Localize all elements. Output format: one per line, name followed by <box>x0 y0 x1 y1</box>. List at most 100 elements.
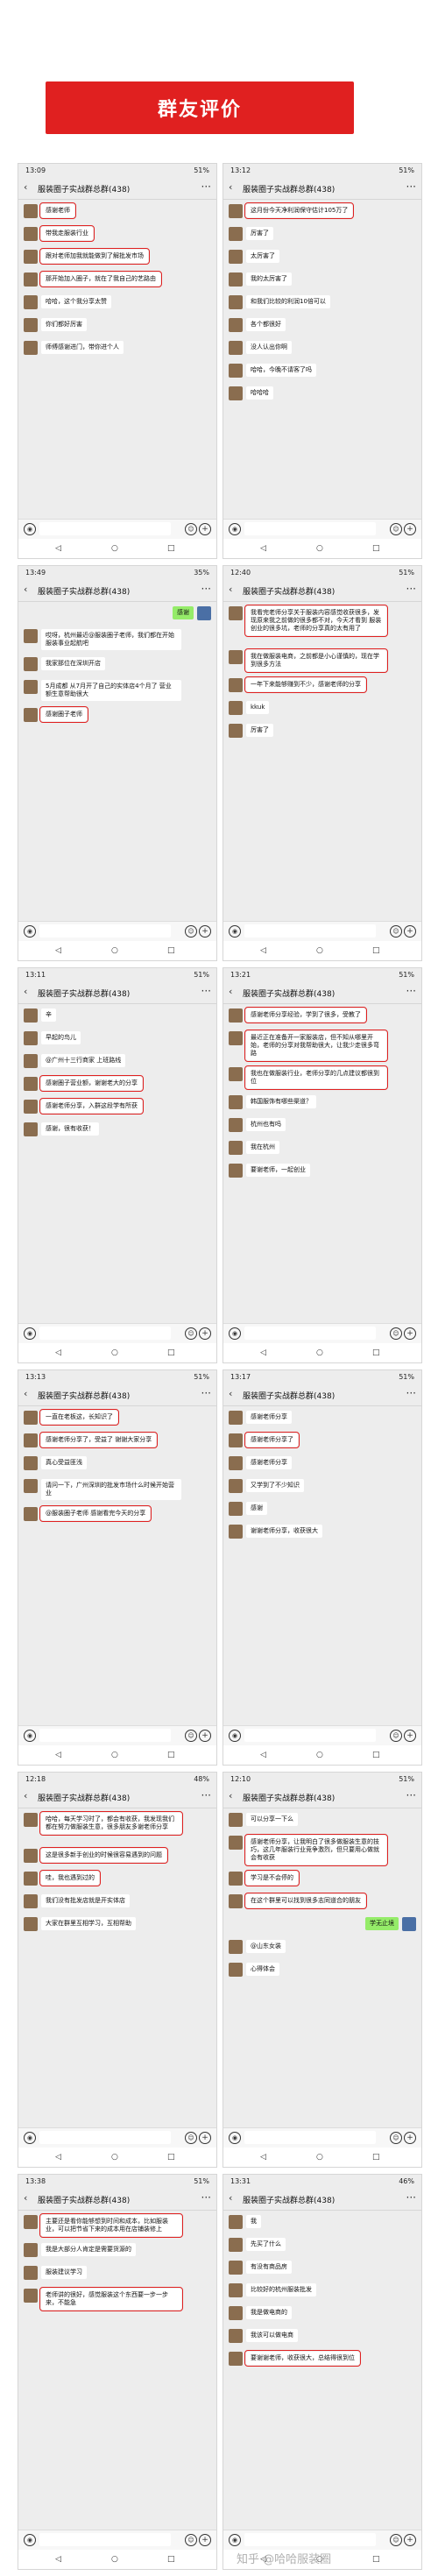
emoji-icon[interactable]: ☺ <box>185 925 197 938</box>
plus-icon[interactable]: + <box>199 925 211 938</box>
emoji-icon[interactable]: ☺ <box>390 925 402 938</box>
plus-icon[interactable]: + <box>404 2534 416 2546</box>
message-input[interactable] <box>244 1729 376 1742</box>
emoji-icon[interactable]: ☺ <box>390 2132 402 2144</box>
message-input[interactable] <box>244 522 376 535</box>
ellipsis-icon[interactable]: ··· <box>406 1387 416 1399</box>
plus-icon[interactable]: + <box>199 1327 211 1340</box>
nav-back-icon[interactable]: ◁ <box>55 946 61 955</box>
nav-recent-icon[interactable]: □ <box>167 2555 175 2564</box>
nav-home-icon[interactable]: ○ <box>316 1348 323 1357</box>
nav-back-icon[interactable]: ◁ <box>55 1751 61 1759</box>
nav-recent-icon[interactable]: □ <box>372 2555 380 2564</box>
nav-home-icon[interactable]: ○ <box>316 946 323 955</box>
ellipsis-icon[interactable]: ··· <box>406 2191 416 2204</box>
nav-back-icon[interactable]: ◁ <box>260 544 266 553</box>
nav-home-icon[interactable]: ○ <box>111 1348 118 1357</box>
nav-home-icon[interactable]: ○ <box>111 946 118 955</box>
nav-recent-icon[interactable]: □ <box>167 2153 175 2162</box>
message-input[interactable] <box>39 2533 171 2546</box>
emoji-icon[interactable]: ☺ <box>390 1730 402 1742</box>
nav-back-icon[interactable]: ◁ <box>55 2153 61 2162</box>
message-input[interactable] <box>244 1327 376 1340</box>
nav-recent-icon[interactable]: □ <box>372 1348 380 1357</box>
message-input[interactable] <box>244 924 376 938</box>
emoji-icon[interactable]: ☺ <box>390 523 402 535</box>
voice-icon[interactable]: ◉ <box>229 925 241 938</box>
emoji-icon[interactable]: ☺ <box>185 1730 197 1742</box>
chevron-left-icon[interactable]: ‹ <box>229 1790 232 1801</box>
emoji-icon[interactable]: ☺ <box>390 1327 402 1340</box>
voice-icon[interactable]: ◉ <box>229 523 241 535</box>
emoji-icon[interactable]: ☺ <box>185 523 197 535</box>
chevron-left-icon[interactable]: ‹ <box>24 986 27 997</box>
nav-recent-icon[interactable]: □ <box>372 1751 380 1759</box>
ellipsis-icon[interactable]: ··· <box>201 583 211 595</box>
plus-icon[interactable]: + <box>404 523 416 535</box>
emoji-icon[interactable]: ☺ <box>185 2534 197 2546</box>
nav-home-icon[interactable]: ○ <box>111 544 118 553</box>
nav-back-icon[interactable]: ◁ <box>55 2555 61 2564</box>
message-input[interactable] <box>39 1327 171 1340</box>
nav-recent-icon[interactable]: □ <box>372 2153 380 2162</box>
ellipsis-icon[interactable]: ··· <box>406 985 416 997</box>
nav-recent-icon[interactable]: □ <box>372 946 380 955</box>
emoji-icon[interactable]: ☺ <box>185 1327 197 1340</box>
nav-back-icon[interactable]: ◁ <box>55 1348 61 1357</box>
message-input[interactable] <box>39 1729 171 1742</box>
nav-recent-icon[interactable]: □ <box>167 1348 175 1357</box>
nav-back-icon[interactable]: ◁ <box>260 2153 266 2162</box>
message-input[interactable] <box>39 924 171 938</box>
message-input[interactable] <box>39 522 171 535</box>
plus-icon[interactable]: + <box>199 2132 211 2144</box>
voice-icon[interactable]: ◉ <box>229 1327 241 1340</box>
chevron-left-icon[interactable]: ‹ <box>229 584 232 595</box>
voice-icon[interactable]: ◉ <box>24 2534 36 2546</box>
chevron-left-icon[interactable]: ‹ <box>229 986 232 997</box>
ellipsis-icon[interactable]: ··· <box>201 1387 211 1399</box>
plus-icon[interactable]: + <box>199 2534 211 2546</box>
plus-icon[interactable]: + <box>199 1730 211 1742</box>
nav-home-icon[interactable]: ○ <box>316 1751 323 1759</box>
chevron-left-icon[interactable]: ‹ <box>229 1388 232 1399</box>
emoji-icon[interactable]: ☺ <box>390 2534 402 2546</box>
nav-home-icon[interactable]: ○ <box>316 544 323 553</box>
emoji-icon[interactable]: ☺ <box>185 2132 197 2144</box>
chevron-left-icon[interactable]: ‹ <box>24 1790 27 1801</box>
chevron-left-icon[interactable]: ‹ <box>229 181 232 193</box>
ellipsis-icon[interactable]: ··· <box>201 2191 211 2204</box>
nav-recent-icon[interactable]: □ <box>167 1751 175 1759</box>
chevron-left-icon[interactable]: ‹ <box>24 584 27 595</box>
plus-icon[interactable]: + <box>199 523 211 535</box>
nav-back-icon[interactable]: ◁ <box>260 946 266 955</box>
ellipsis-icon[interactable]: ··· <box>201 180 211 193</box>
voice-icon[interactable]: ◉ <box>24 925 36 938</box>
nav-back-icon[interactable]: ◁ <box>55 544 61 553</box>
plus-icon[interactable]: + <box>404 2132 416 2144</box>
ellipsis-icon[interactable]: ··· <box>406 1789 416 1801</box>
nav-recent-icon[interactable]: □ <box>372 544 380 553</box>
voice-icon[interactable]: ◉ <box>24 1730 36 1742</box>
ellipsis-icon[interactable]: ··· <box>201 985 211 997</box>
plus-icon[interactable]: + <box>404 925 416 938</box>
chevron-left-icon[interactable]: ‹ <box>229 2192 232 2204</box>
nav-back-icon[interactable]: ◁ <box>260 1348 266 1357</box>
ellipsis-icon[interactable]: ··· <box>406 583 416 595</box>
voice-icon[interactable]: ◉ <box>24 523 36 535</box>
chevron-left-icon[interactable]: ‹ <box>24 2192 27 2204</box>
ellipsis-icon[interactable]: ··· <box>406 180 416 193</box>
message-input[interactable] <box>244 2533 376 2546</box>
nav-recent-icon[interactable]: □ <box>167 946 175 955</box>
nav-home-icon[interactable]: ○ <box>111 1751 118 1759</box>
voice-icon[interactable]: ◉ <box>229 2132 241 2144</box>
nav-home-icon[interactable]: ○ <box>111 2153 118 2162</box>
plus-icon[interactable]: + <box>404 1730 416 1742</box>
chevron-left-icon[interactable]: ‹ <box>24 1388 27 1399</box>
voice-icon[interactable]: ◉ <box>229 1730 241 1742</box>
voice-icon[interactable]: ◉ <box>24 1327 36 1340</box>
chevron-left-icon[interactable]: ‹ <box>24 181 27 193</box>
message-input[interactable] <box>39 2131 171 2144</box>
nav-home-icon[interactable]: ○ <box>111 2555 118 2564</box>
plus-icon[interactable]: + <box>404 1327 416 1340</box>
voice-icon[interactable]: ◉ <box>229 2534 241 2546</box>
